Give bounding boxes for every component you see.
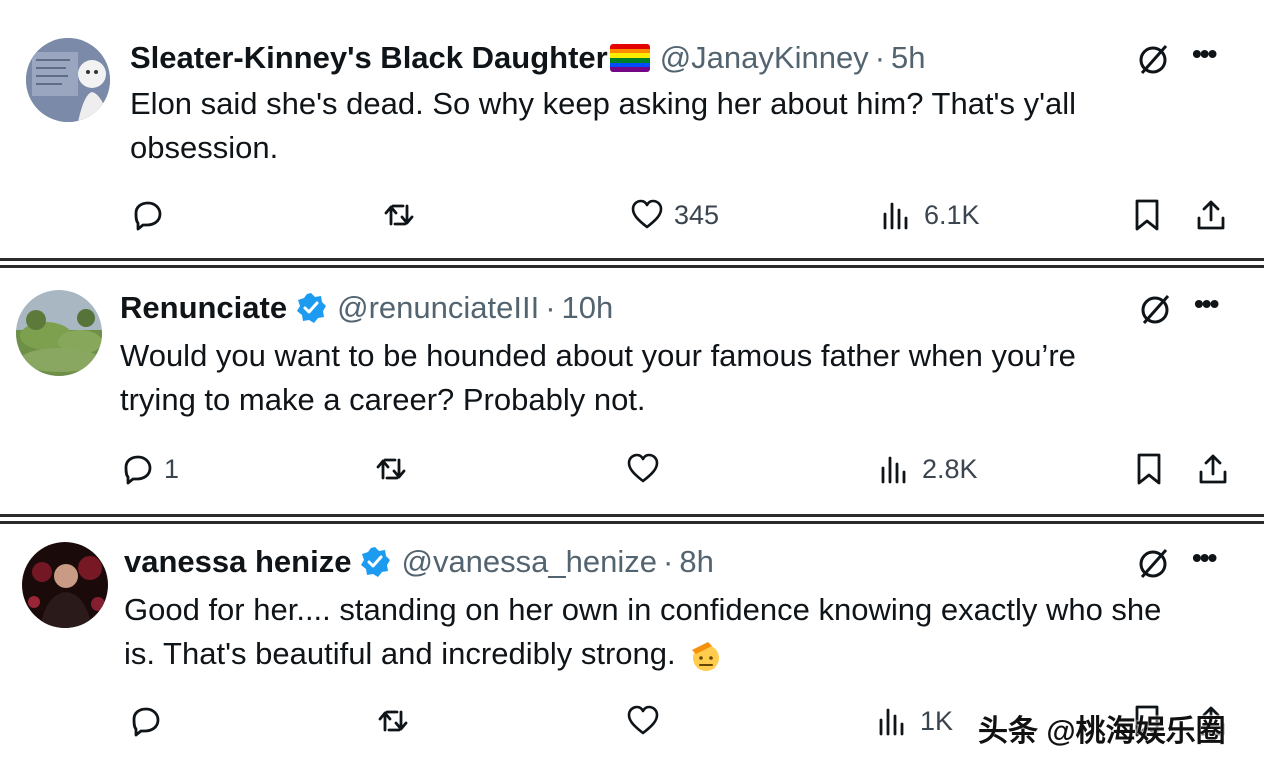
divider xyxy=(0,258,1264,268)
more-icon[interactable]: ••• xyxy=(1192,542,1217,574)
share-button[interactable] xyxy=(1194,198,1228,232)
avatar[interactable] xyxy=(22,542,108,628)
separator: · xyxy=(663,544,674,579)
like-button[interactable] xyxy=(626,704,670,738)
tweet-feed: Sleater-Kinney's Black Daughter @JanayKi… xyxy=(0,0,1264,764)
share-icon xyxy=(1199,454,1227,484)
timestamp[interactable]: 5h xyxy=(891,40,925,76)
saluting-face-emoji-icon xyxy=(692,641,720,671)
avatar[interactable] xyxy=(26,38,110,122)
views-icon xyxy=(881,456,906,484)
tweet-text-line: Would you want to be hounded about your … xyxy=(120,338,1076,373)
views-button[interactable]: 6.1K xyxy=(880,198,980,232)
tweet-header: vanessa henize @vanessa_henize · 8h xyxy=(124,544,714,580)
like-count: 345 xyxy=(674,199,720,230)
bookmark-button[interactable] xyxy=(1132,452,1166,486)
timestamp[interactable]: 10h xyxy=(562,290,614,326)
tweet-text-line: Good for her.... standing on her own in … xyxy=(124,592,1162,627)
view-count: 6.1K xyxy=(924,199,980,230)
like-button[interactable]: 345 xyxy=(630,198,719,232)
more-icon[interactable]: ••• xyxy=(1192,38,1217,70)
tweet-text-line-with-emoji: is. That's beautiful and incredibly stro… xyxy=(124,632,1161,676)
verified-badge-icon xyxy=(361,547,391,577)
view-count: 2.8K xyxy=(922,453,978,484)
tweet-text-line: obsession. xyxy=(130,130,279,165)
tweet-2[interactable]: Renunciate @renunciateIII · 10h ••• Woul… xyxy=(0,268,1264,514)
user-handle[interactable]: @renunciateIII xyxy=(337,290,539,326)
tweet-text-line: trying to make a career? Probably not. xyxy=(120,382,646,417)
display-name[interactable]: vanessa henize xyxy=(124,544,351,580)
tweet-text: Good for her.... standing on her own in … xyxy=(124,588,1161,676)
retweet-button[interactable] xyxy=(382,198,416,232)
share-icon xyxy=(1197,200,1225,230)
more-icon[interactable]: ••• xyxy=(1194,288,1219,320)
watermark: 头条 @桃海娱乐圈 xyxy=(978,715,1226,748)
reply-icon xyxy=(132,707,160,737)
separator: · xyxy=(545,290,556,325)
separator: · xyxy=(874,40,886,75)
bookmark-icon xyxy=(1137,453,1161,485)
share-button[interactable] xyxy=(1196,452,1230,486)
tweet-text: Elon said she's dead. So why keep asking… xyxy=(130,82,1076,170)
reply-button[interactable] xyxy=(130,198,174,232)
tweet-text: Would you want to be hounded about your … xyxy=(120,334,1076,422)
bookmark-button[interactable] xyxy=(1130,198,1164,232)
grok-icon[interactable] xyxy=(1136,546,1170,580)
display-name[interactable]: Renunciate xyxy=(120,290,287,326)
bookmark-icon xyxy=(1135,199,1159,231)
rainbow-flag-icon xyxy=(609,44,650,72)
heart-icon xyxy=(631,199,663,229)
tweet-header: Sleater-Kinney's Black Daughter @JanayKi… xyxy=(130,40,926,76)
retweet-button[interactable] xyxy=(376,704,410,738)
like-button[interactable] xyxy=(626,452,670,486)
reply-icon xyxy=(134,201,162,231)
display-name[interactable]: Sleater-Kinney's Black Daughter xyxy=(130,40,608,76)
user-handle[interactable]: @JanayKinney xyxy=(660,40,869,76)
views-icon xyxy=(883,202,908,230)
view-count: 1K xyxy=(920,705,954,736)
grok-icon[interactable] xyxy=(1136,42,1170,76)
tweet-text-line: Elon said she's dead. So why keep asking… xyxy=(130,86,1077,121)
avatar[interactable] xyxy=(16,290,102,376)
reply-icon xyxy=(124,455,152,485)
timestamp[interactable]: 8h xyxy=(679,544,713,580)
reply-count: 1 xyxy=(164,453,180,484)
retweet-icon xyxy=(378,710,408,732)
retweet-button[interactable] xyxy=(374,452,408,486)
user-handle[interactable]: @vanessa_henize xyxy=(401,544,657,580)
reply-button[interactable] xyxy=(128,704,172,738)
tweet-header: Renunciate @renunciateIII · 10h xyxy=(120,290,613,326)
retweet-icon xyxy=(376,458,406,480)
heart-icon xyxy=(627,453,659,483)
divider xyxy=(0,514,1264,524)
tweet-text-line: is. That's beautiful and incredibly stro… xyxy=(124,636,676,671)
tweet-1[interactable]: Sleater-Kinney's Black Daughter @JanayKi… xyxy=(0,0,1264,258)
views-icon xyxy=(879,708,904,736)
views-button[interactable]: 1K xyxy=(876,704,953,738)
retweet-icon xyxy=(384,204,414,226)
heart-icon xyxy=(627,705,659,735)
views-button[interactable]: 2.8K xyxy=(878,452,978,486)
reply-button[interactable]: 1 xyxy=(120,452,179,486)
verified-badge-icon xyxy=(297,293,327,323)
grok-icon[interactable] xyxy=(1138,292,1172,326)
